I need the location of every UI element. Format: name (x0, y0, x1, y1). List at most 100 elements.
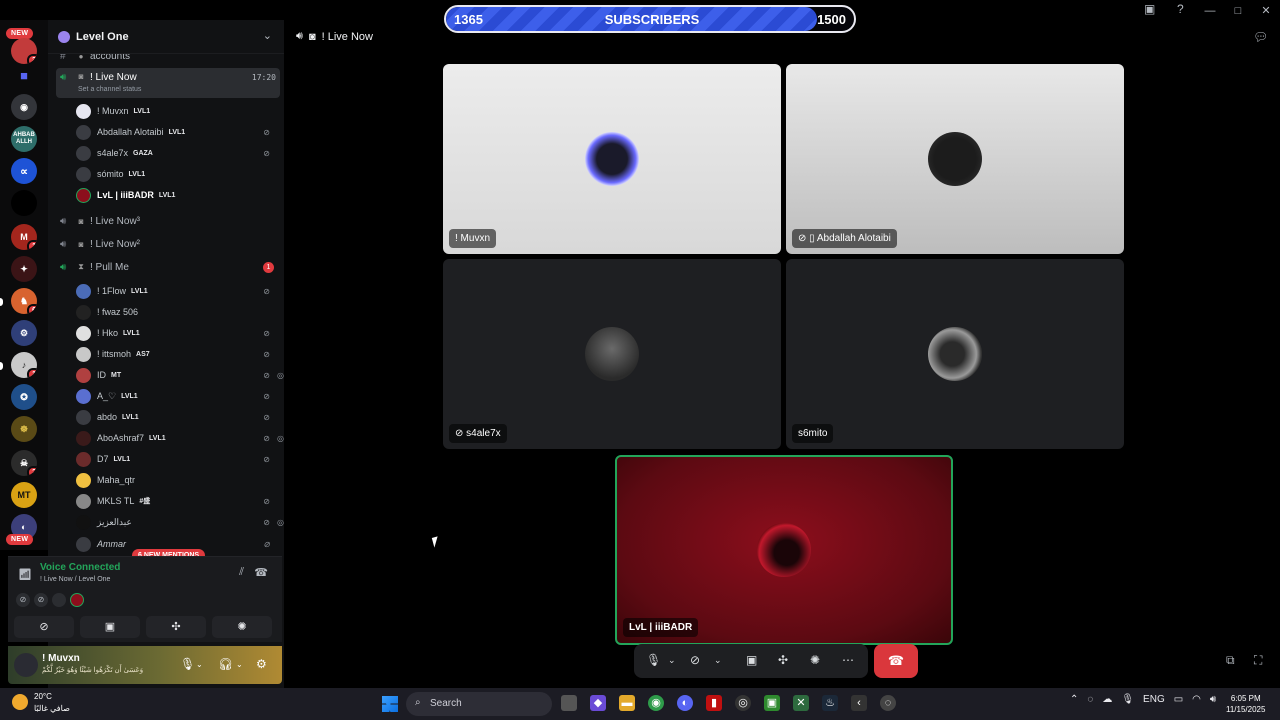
maximize-icon[interactable]: □ (1224, 2, 1252, 20)
channel-status[interactable]: Set a channel status (78, 86, 141, 93)
video-tile[interactable]: s6mito (786, 259, 1124, 449)
app-icon[interactable]: ▮ (706, 695, 722, 711)
camera-off-icon[interactable]: ⊘ (690, 653, 700, 667)
chevron-down-icon[interactable]: ⌄ (263, 29, 272, 42)
server-icon[interactable]: ⚙ (11, 320, 37, 346)
more-icon[interactable]: ⋯ (842, 653, 854, 667)
soundboard-icon[interactable]: ✺ (810, 653, 820, 667)
voice-member[interactable]: ! ittsmoh AS7 ⊘ (76, 344, 278, 364)
voice-member[interactable]: Maha_qtr (76, 470, 278, 490)
microphone-icon[interactable]: 🎙︎ (1121, 694, 1134, 705)
channel-live-now[interactable]: 🔊︎ ◙ ! Live Now 17:20 Set a channel stat… (56, 68, 280, 98)
display-icon[interactable]: ▭ (1174, 694, 1183, 705)
volume-icon[interactable]: 🔊︎ (1210, 694, 1216, 705)
weather-temp[interactable]: 20°C (34, 692, 52, 701)
activities-icon[interactable]: ✣ (778, 653, 788, 667)
language-indicator[interactable]: ENG (1143, 694, 1165, 705)
signal-icon[interactable]: 📶︎ (18, 568, 32, 581)
start-button[interactable] (382, 696, 398, 712)
voice-member[interactable]: sómito LVL1 (76, 164, 278, 184)
username[interactable]: ! Muvxn (42, 653, 80, 664)
channel-live-now-2[interactable]: 🔊︎ ◙! Live Now² (56, 234, 280, 254)
server-icon[interactable]: ✦ (11, 256, 37, 282)
screen-share-button[interactable]: ▣ (80, 616, 140, 638)
nvidia-icon[interactable]: ▣ (764, 695, 780, 711)
weather-desc[interactable]: صافي غالبًا (34, 704, 70, 713)
taskbar-clock[interactable]: 6:05 PM 11/15/2025 (1226, 693, 1265, 715)
close-icon[interactable]: ✕ (1252, 2, 1280, 20)
participant-avatar[interactable] (52, 593, 66, 607)
video-tile[interactable]: ⊘ ▯ Abdallah Alotaibi (786, 64, 1124, 254)
activities-button[interactable]: ✣ (146, 616, 206, 638)
voice-member[interactable]: D7 LVL1 ⊘ (76, 449, 278, 469)
server-icon[interactable]: ∝ (11, 158, 37, 184)
server-header[interactable]: Level One ⌄ (48, 20, 284, 54)
app-icon[interactable]: ‹ (851, 695, 867, 711)
server-icon[interactable]: ✪ (11, 384, 37, 410)
excel-icon[interactable]: ✕ (793, 695, 809, 711)
gear-icon[interactable]: ⚙ (256, 657, 267, 671)
chevron-down-icon[interactable]: ⌄ (714, 655, 722, 666)
voice-member[interactable]: LvL | iiiBADR LVL1 (76, 185, 278, 205)
copilot-icon[interactable]: ◆ (590, 695, 606, 711)
video-tile[interactable]: ⊘ s4ale7x (443, 259, 781, 449)
chevron-down-icon[interactable]: ⌄ (668, 655, 676, 666)
voice-member[interactable]: s4ale7x GAZA ⊘ (76, 143, 278, 163)
soundboard-button[interactable]: ✺ (212, 616, 272, 638)
popout-icon[interactable]: ⧉ (1226, 653, 1235, 668)
channel-pull-me[interactable]: 🔊︎ ⧗! Pull Me 1 (56, 257, 280, 277)
voice-member[interactable]: abdo LVL1 ⊘ (76, 407, 278, 427)
chevron-down-icon[interactable]: ⌄ (236, 660, 243, 669)
file-explorer-icon[interactable]: ▬ (619, 695, 635, 711)
fullscreen-icon[interactable]: ⛶ (1254, 653, 1262, 668)
video-tile-speaking[interactable]: LvL | iiiBADR (615, 455, 953, 645)
voice-status-title[interactable]: Voice Connected (40, 562, 120, 573)
microphone-icon[interactable]: 🎙︎ (646, 653, 661, 667)
voice-member[interactable]: ! 1Flow LVL1 ⊘ (76, 281, 278, 301)
server-icon[interactable]: ♪ 1 (11, 352, 37, 378)
camera-off-button[interactable]: ⊘ (14, 616, 74, 638)
task-view-icon[interactable] (561, 695, 577, 711)
voice-member[interactable]: ! Hko LVL1 ⊘ (76, 323, 278, 343)
disconnect-icon[interactable]: ☎ (254, 566, 268, 579)
server-icon[interactable]: ☠ 2 (11, 450, 37, 476)
chevron-up-icon[interactable]: ⌃ (1070, 694, 1078, 705)
voice-member[interactable]: ! Muvxn LVL1 (76, 101, 278, 121)
voice-member[interactable]: A_♡ LVL1 ⊘ (76, 386, 278, 406)
app-tray-icon[interactable]: ◌ (1087, 694, 1093, 705)
voice-member[interactable]: عبدالعزيز ⊘ ◎ (76, 512, 284, 532)
server-icon[interactable]: 3 (11, 38, 37, 64)
voice-member[interactable]: AboAshraf7 LVL1 ⊘ ◎ (76, 428, 284, 448)
channel-accounts[interactable]: # ● accounts (56, 54, 280, 66)
minimize-icon[interactable]: — (1196, 2, 1224, 20)
help-icon[interactable]: ? (1177, 2, 1184, 16)
inbox-icon[interactable]: ▣ (1144, 2, 1155, 16)
avatar[interactable] (14, 653, 38, 677)
video-tile[interactable]: ! Muvxn (443, 64, 781, 254)
disconnect-call-button[interactable]: ☎ (874, 644, 918, 678)
server-icon[interactable]: MT (11, 482, 37, 508)
taskbar-search[interactable]: ⌕ Search (406, 692, 552, 716)
server-icon[interactable]: ◉ (11, 94, 37, 120)
screen-share-icon[interactable]: ▣ (746, 653, 757, 667)
noise-suppression-icon[interactable]: ⫽ (239, 566, 244, 579)
voice-member[interactable]: ! fwaz 506 (76, 302, 278, 322)
weather-icon[interactable] (12, 694, 28, 710)
steam-icon[interactable]: ♨ (822, 695, 838, 711)
headphones-icon[interactable]: 🎧︎ (218, 657, 233, 671)
wifi-icon[interactable]: ◠ (1192, 694, 1201, 705)
participant-avatar[interactable]: ⊘ (16, 593, 30, 607)
chrome-icon[interactable]: ◉ (648, 695, 664, 711)
voice-channel-path[interactable]: ! Live Now / Level One (40, 576, 110, 583)
app-icon[interactable]: ◌ (880, 695, 896, 711)
voice-member[interactable]: Abdallah Alotaibi LVL1 ⊘ (76, 122, 278, 142)
server-icon[interactable]: ☸ (11, 416, 37, 442)
microphone-icon[interactable]: 🎙︎ (180, 657, 195, 671)
participant-avatar[interactable] (70, 593, 84, 607)
server-icon[interactable]: AHBAB ALLH (11, 126, 37, 152)
server-icon[interactable]: ♞ 6 (11, 288, 37, 314)
discord-icon[interactable]: ◐ (677, 695, 693, 711)
cloud-icon[interactable]: ☁ (1102, 694, 1112, 705)
voice-member[interactable]: ID MT ⊘ ◎ (76, 365, 284, 385)
server-icon[interactable]: M1 (11, 224, 37, 250)
